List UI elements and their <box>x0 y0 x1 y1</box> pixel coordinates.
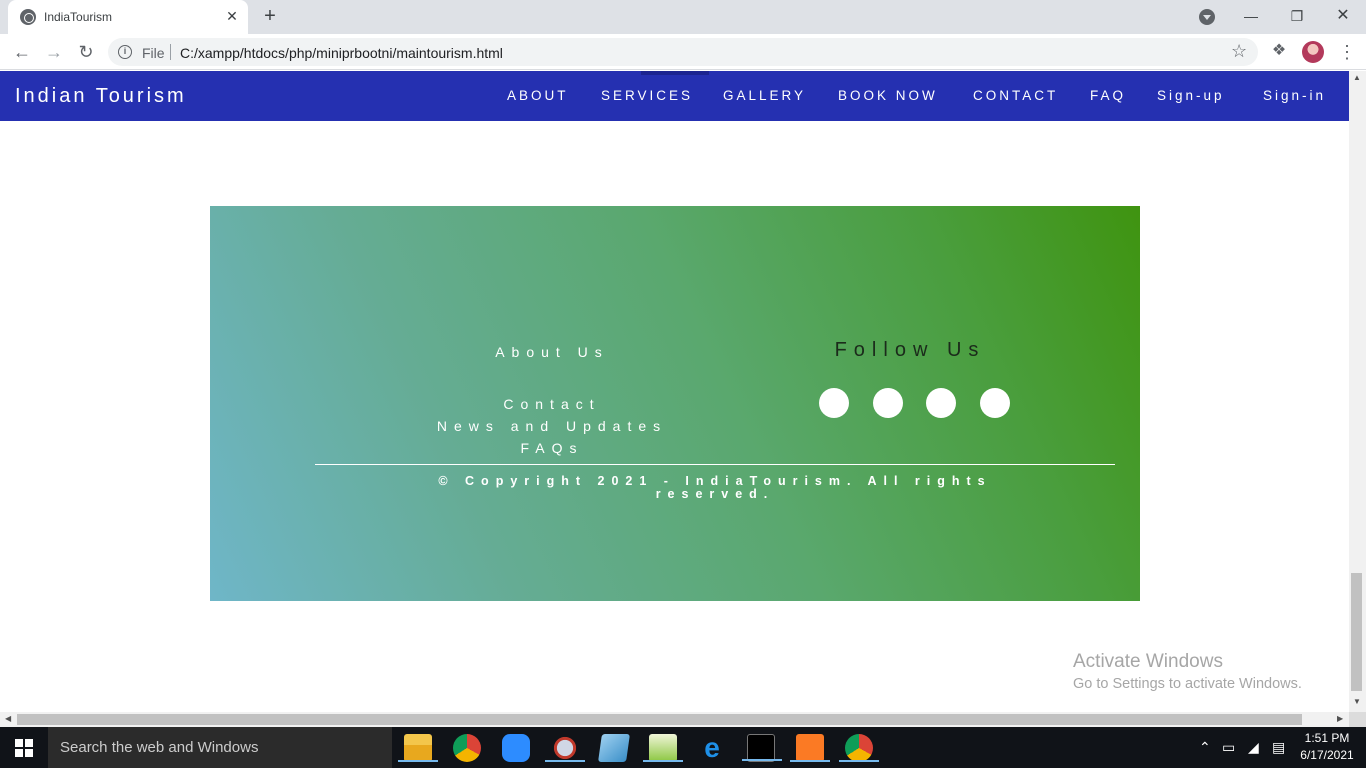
site-footer: About Us Contact News and Updates FAQs F… <box>210 206 1140 601</box>
horizontal-scrollbar[interactable]: ◀ ▶ <box>0 712 1349 727</box>
activate-windows-subtitle: Go to Settings to activate Windows. <box>1073 676 1302 692</box>
footer-divider <box>315 464 1115 465</box>
file-scheme-label: File <box>142 45 165 61</box>
close-tab-icon[interactable]: ✕ <box>224 8 240 24</box>
minimize-window-button[interactable]: — <box>1236 4 1266 28</box>
site-navbar: Indian Tourism ABOUT SERVICES GALLERY BO… <box>0 71 1349 121</box>
scroll-down-arrow-icon[interactable]: ▼ <box>1353 697 1361 706</box>
windows-start-icon[interactable] <box>15 739 33 757</box>
footer-news-link[interactable]: News and Updates <box>402 418 702 440</box>
vertical-scroll-thumb[interactable] <box>1351 573 1362 691</box>
file-explorer-icon[interactable] <box>398 734 438 762</box>
chrome-profile-icon[interactable] <box>839 734 879 762</box>
taskbar-search-box[interactable]: Search the web and Windows <box>48 727 392 768</box>
address-bar[interactable]: i File C:/xampp/htdocs/php/miniprbootni/… <box>108 38 1258 66</box>
xampp-icon[interactable] <box>790 734 830 762</box>
nav-link-sign-up[interactable]: Sign-up <box>1157 88 1225 103</box>
follow-us-heading: Follow Us <box>834 339 986 361</box>
command-prompt-icon[interactable] <box>742 734 782 762</box>
copyright-text: © Copyright 2021 - IndiaTourism. All rig… <box>438 474 992 501</box>
nav-link-faq[interactable]: FAQ <box>1090 88 1126 103</box>
url-text[interactable]: C:/xampp/htdocs/php/miniprbootni/maintou… <box>180 45 503 61</box>
notepad-plus-icon[interactable] <box>643 734 683 762</box>
browser-tab[interactable]: IndiaTourism ✕ <box>8 0 248 34</box>
tray-chevron-icon[interactable]: ⌃ <box>1199 739 1211 756</box>
scrollbar-corner <box>1349 712 1366 727</box>
notification-icon[interactable]: ▤ <box>1272 739 1285 756</box>
chrome-icon[interactable] <box>453 734 481 762</box>
footer-contact-link[interactable]: Contact <box>402 396 702 418</box>
edge-icon[interactable]: e <box>698 734 726 762</box>
footer-links: Contact News and Updates FAQs <box>402 396 702 462</box>
horizontal-scroll-thumb[interactable] <box>17 714 1302 725</box>
scroll-up-arrow-icon[interactable]: ▲ <box>1353 73 1361 82</box>
zoom-icon[interactable] <box>502 734 530 762</box>
site-brand[interactable]: Indian Tourism <box>15 85 187 108</box>
info-icon[interactable]: i <box>118 45 132 59</box>
footer-faqs-link[interactable]: FAQs <box>402 440 702 462</box>
tab-title: IndiaTourism <box>44 10 113 24</box>
snipping-tool-icon[interactable] <box>545 734 585 762</box>
social-icon-2[interactable] <box>873 388 903 418</box>
screen: IndiaTourism ✕ + — ❐ ✕ ← → ↻ i File C:/x… <box>0 0 1366 768</box>
forward-arrow-icon[interactable]: → <box>42 40 66 64</box>
nav-link-gallery[interactable]: GALLERY <box>723 88 806 103</box>
bookmark-star-icon[interactable]: ☆ <box>1231 41 1247 62</box>
browser-tab-strip: IndiaTourism ✕ + — ❐ ✕ <box>0 0 1366 34</box>
reload-icon[interactable]: ↻ <box>74 40 98 64</box>
footer-about-link[interactable]: About Us <box>487 344 617 360</box>
vertical-scrollbar[interactable]: ▲ ▼ <box>1349 71 1366 712</box>
scroll-right-arrow-icon[interactable]: ▶ <box>1337 714 1343 723</box>
taskbar-search-placeholder: Search the web and Windows <box>60 739 259 756</box>
extensions-puzzle-icon[interactable]: ❖ <box>1270 42 1288 60</box>
windows-taskbar: Search the web and Windows e ⌃ ▭ ◢ ▤ 1:5… <box>0 727 1366 768</box>
nav-link-services[interactable]: SERVICES <box>601 88 693 103</box>
social-icon-1[interactable] <box>819 388 849 418</box>
globe-icon <box>20 9 36 25</box>
clock-time[interactable]: 1:51 PM <box>1302 731 1352 745</box>
activate-windows-title: Activate Windows <box>1073 651 1223 672</box>
notes-app-icon[interactable] <box>598 734 630 762</box>
back-arrow-icon[interactable]: ← <box>10 40 34 64</box>
social-icon-4[interactable] <box>980 388 1010 418</box>
page-viewport: Indian Tourism ABOUT SERVICES GALLERY BO… <box>0 71 1349 712</box>
scroll-left-arrow-icon[interactable]: ◀ <box>5 714 11 723</box>
nav-link-contact[interactable]: CONTACT <box>973 88 1058 103</box>
social-icon-3[interactable] <box>926 388 956 418</box>
browser-toolbar: ← → ↻ i File C:/xampp/htdocs/php/miniprb… <box>0 34 1366 70</box>
nav-link-about[interactable]: ABOUT <box>507 88 569 103</box>
nav-link-sign-in[interactable]: Sign-in <box>1263 88 1326 103</box>
profile-avatar[interactable] <box>1302 41 1324 63</box>
wifi-icon[interactable]: ◢ <box>1248 739 1259 756</box>
clock-date[interactable]: 6/17/2021 <box>1296 748 1358 762</box>
tab-search-icon[interactable] <box>1199 9 1215 25</box>
omnibox-separator <box>170 44 171 60</box>
kebab-menu-icon[interactable]: ⋮ <box>1338 41 1356 63</box>
new-tab-button[interactable]: + <box>260 5 280 27</box>
close-window-button[interactable]: ✕ <box>1328 4 1358 28</box>
restore-window-button[interactable]: ❐ <box>1282 4 1312 28</box>
nav-link-book-now[interactable]: BOOK NOW <box>838 88 938 103</box>
nav-active-indicator <box>641 71 709 75</box>
battery-icon[interactable]: ▭ <box>1222 739 1235 756</box>
